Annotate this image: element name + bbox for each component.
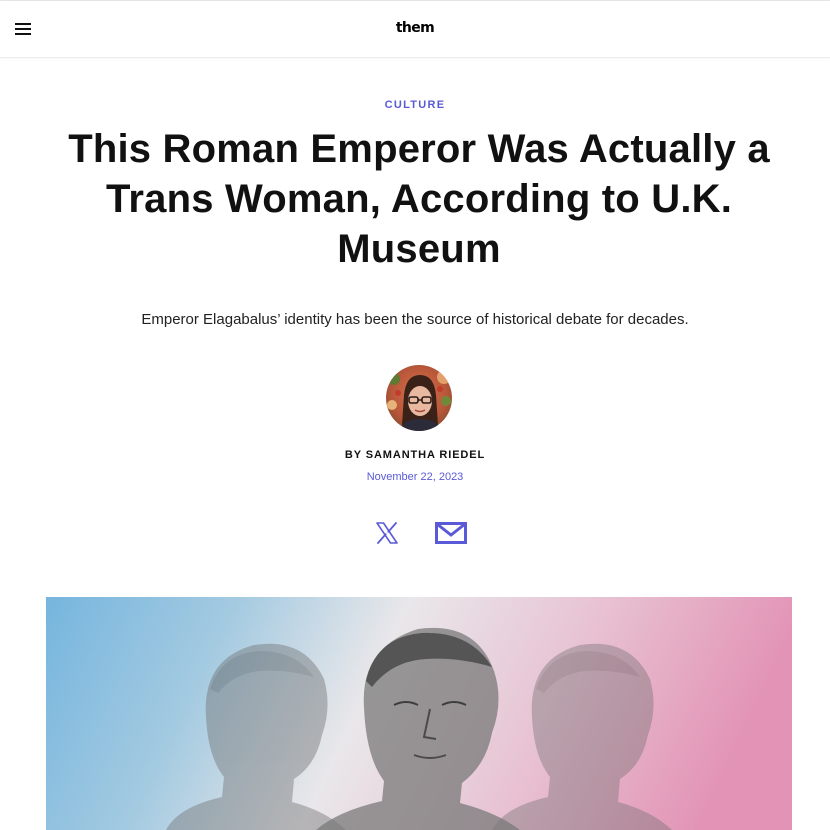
author-avatar[interactable] xyxy=(386,365,452,431)
share-email-button[interactable] xyxy=(434,519,468,547)
byline: BY SAMANTHA RIEDEL xyxy=(0,449,830,461)
publish-date: November 22, 2023 xyxy=(366,471,464,483)
author-portrait-image xyxy=(386,365,452,431)
category-link[interactable]: CULTURE xyxy=(385,99,446,111)
share-x-button[interactable] xyxy=(374,520,400,546)
article-headline: This Roman Emperor Was Actually a Trans … xyxy=(68,127,770,271)
site-logo[interactable]: them xyxy=(396,20,435,36)
hero-emperor-busts-image xyxy=(46,597,792,830)
site-logo-wrap: them xyxy=(0,20,830,36)
article-dek: Emperor Elagabalus’ identity has been th… xyxy=(141,311,689,328)
byline-prefix: BY xyxy=(344,449,362,461)
category-wrap: CULTURE xyxy=(0,99,830,111)
x-twitter-icon xyxy=(376,522,398,544)
hero-image[interactable] xyxy=(46,597,792,830)
email-icon xyxy=(435,522,467,544)
site-header: them xyxy=(0,1,830,58)
author-name-link[interactable]: SAMANTHA RIEDEL xyxy=(366,449,485,461)
